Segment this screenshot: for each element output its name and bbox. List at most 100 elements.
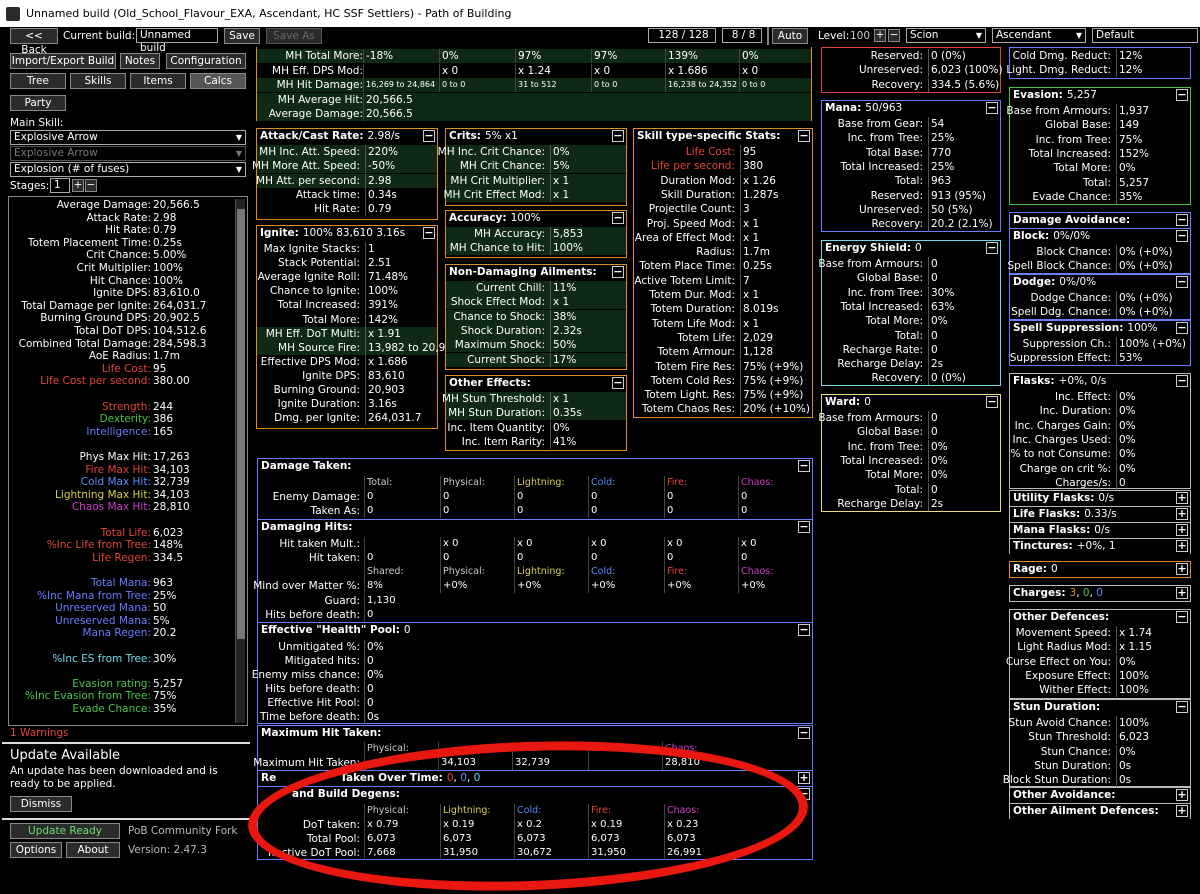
- other-avoidance-header[interactable]: Other Avoidance: +: [1010, 788, 1190, 803]
- ignite-section-header[interactable]: Ignite: 100% 83,610 3.16s −: [257, 226, 437, 241]
- energy-shield-section-header[interactable]: Energy Shield: 0 −: [822, 241, 1000, 256]
- crits-section-collapse-toggle[interactable]: −: [612, 130, 624, 142]
- config-select[interactable]: Default: [1092, 28, 1198, 43]
- damage-avoidance-section-collapse-toggle[interactable]: −: [1176, 214, 1188, 226]
- back-button[interactable]: << Back: [10, 28, 58, 56]
- rage-section-header[interactable]: Rage: 0 +: [1010, 562, 1190, 577]
- options-button[interactable]: Options: [10, 842, 62, 858]
- utility-flasks-section-collapse-toggle[interactable]: +: [1176, 492, 1188, 504]
- dodge-section-header[interactable]: Dodge: 0%/0% −: [1010, 275, 1190, 290]
- tab-tree[interactable]: Tree: [10, 73, 66, 89]
- mana-flasks-section-header[interactable]: Mana Flasks: 0/s +: [1010, 523, 1190, 538]
- update-ready-button[interactable]: Update Ready: [10, 823, 120, 839]
- damaging-hits-section-collapse-toggle[interactable]: −: [798, 521, 810, 533]
- sub-skill-select[interactable]: Explosive Arrow ▼: [10, 146, 246, 161]
- about-button[interactable]: About: [66, 842, 120, 858]
- save-button[interactable]: Save: [224, 28, 260, 44]
- other-ailment-defences-header[interactable]: Other Ailment Defences: +: [1010, 804, 1190, 819]
- stats-sidebar[interactable]: Average Damage: 20,566.5 Attack Rate: 2.98 H…: [8, 196, 248, 726]
- block-section-header[interactable]: Block: 0%/0% −: [1010, 229, 1190, 244]
- flasks-section-header[interactable]: Flasks: +0%, 0/s −: [1010, 374, 1190, 389]
- maximum-hit-taken-section-header[interactable]: Maximum Hit Taken: −: [258, 726, 812, 741]
- damage-taken-section-collapse-toggle[interactable]: −: [798, 460, 810, 472]
- mana-section-header[interactable]: Mana: 50/963 −: [822, 101, 1000, 116]
- stats-scrollbar[interactable]: [235, 199, 245, 723]
- block-section-collapse-toggle[interactable]: −: [1176, 230, 1188, 242]
- mana-flasks-section-collapse-toggle[interactable]: +: [1176, 524, 1188, 536]
- level-increase-button[interactable]: +: [874, 29, 886, 42]
- accuracy-section-collapse-toggle[interactable]: −: [612, 212, 624, 224]
- utility-flasks-section-header[interactable]: Utility Flasks: 0/s +: [1010, 491, 1190, 506]
- non-damaging-ailments-section-header[interactable]: Non-Damaging Ailments: −: [446, 265, 626, 280]
- stages-decrease-button[interactable]: −: [85, 179, 97, 192]
- notes-button[interactable]: Notes: [120, 53, 160, 69]
- effective-health-pool-section-header[interactable]: Effective "Health" Pool: 0 −: [258, 623, 812, 638]
- build-name-field[interactable]: Unnamed build: [136, 28, 218, 54]
- dismiss-button[interactable]: Dismiss: [10, 796, 72, 812]
- other-defences-section-collapse-toggle[interactable]: −: [1176, 611, 1188, 623]
- charges-section-header[interactable]: Charges: +3, 0, 0: [1010, 586, 1190, 601]
- stages-input[interactable]: 1: [50, 178, 70, 193]
- attack-rate-section-header[interactable]: Attack/Cast Rate: 2.98/s −: [257, 129, 437, 144]
- stun-duration-section-collapse-toggle[interactable]: −: [1176, 701, 1188, 713]
- evasion-section-header[interactable]: Evasion: 5,257 −: [1010, 88, 1190, 103]
- spell-suppression-section-header[interactable]: Spell Suppression: 100% −: [1010, 321, 1190, 336]
- other-effects-section-header[interactable]: Other Effects: −: [446, 376, 626, 391]
- ignite-section-collapse-toggle[interactable]: −: [423, 227, 435, 239]
- damage-taken-section-header[interactable]: Damage Taken: −: [258, 459, 812, 474]
- configuration-button[interactable]: Configuration: [166, 53, 246, 69]
- life-flasks-section-header[interactable]: Life Flasks: 0.33/s +: [1010, 507, 1190, 522]
- rage-section-header-value: 0: [1051, 563, 1058, 575]
- ward-section-header[interactable]: Ward: 0 −: [822, 395, 1000, 410]
- dodge-section-collapse-toggle[interactable]: −: [1176, 276, 1188, 288]
- class-select[interactable]: Scion ▼: [906, 28, 986, 43]
- skill-type-stats-section-header[interactable]: Skill type-specific Stats: −: [634, 129, 812, 144]
- stat-row: Curse Effect on You: 0%: [1006, 654, 1190, 669]
- skill-part-select[interactable]: Explosion (# of fuses) ▼: [10, 162, 246, 177]
- other-effects-section-collapse-toggle[interactable]: −: [612, 377, 624, 389]
- expand-toggle[interactable]: +: [798, 772, 810, 784]
- flasks-section-collapse-toggle[interactable]: −: [1176, 375, 1188, 387]
- crits-section-header[interactable]: Crits: 5% x1 −: [446, 129, 626, 144]
- tab-calcs[interactable]: Calcs: [190, 73, 246, 89]
- expand-toggle[interactable]: +: [1176, 789, 1188, 801]
- level-decrease-button[interactable]: −: [888, 29, 900, 42]
- damaging-hits-section-header[interactable]: Damaging Hits: −: [258, 520, 812, 535]
- ward-section-collapse-toggle[interactable]: −: [986, 396, 998, 408]
- stun-duration-section-header[interactable]: Stun Duration: −: [1010, 700, 1190, 715]
- maximum-hit-taken-section-collapse-toggle[interactable]: −: [798, 727, 810, 739]
- attack-rate-section-collapse-toggle[interactable]: −: [423, 130, 435, 142]
- tab-skills[interactable]: Skills: [70, 73, 126, 89]
- main-skill-select[interactable]: Explosive Arrow ▼: [10, 130, 246, 145]
- save-as-button[interactable]: Save As: [266, 28, 322, 44]
- other-defences-section-header[interactable]: Other Defences: −: [1010, 610, 1190, 625]
- non-damaging-ailments-section-collapse-toggle[interactable]: −: [612, 266, 624, 278]
- auto-level-button[interactable]: Auto: [772, 28, 808, 44]
- spell-suppression-section-collapse-toggle[interactable]: −: [1176, 322, 1188, 334]
- level-value[interactable]: 100: [850, 29, 870, 43]
- tab-items[interactable]: Items: [130, 73, 186, 89]
- taken-over-time-header[interactable]: Re Taken Over Time: 0, 0, 0 +: [258, 771, 812, 786]
- charges-section-collapse-toggle[interactable]: +: [1176, 587, 1188, 599]
- collapse-toggle[interactable]: −: [798, 788, 810, 800]
- rage-section-collapse-toggle[interactable]: +: [1176, 563, 1188, 575]
- effective-health-pool-section-collapse-toggle[interactable]: −: [798, 624, 810, 636]
- stat-value: 20.2 (2.1%): [928, 217, 993, 232]
- import-export-button[interactable]: Import/Export Build: [10, 53, 116, 69]
- energy-shield-section-collapse-toggle[interactable]: −: [986, 242, 998, 254]
- ascendancy-select[interactable]: Ascendant ▼: [992, 28, 1086, 43]
- evasion-section-collapse-toggle[interactable]: −: [1176, 89, 1188, 101]
- stages-increase-button[interactable]: +: [72, 179, 84, 192]
- mana-section-collapse-toggle[interactable]: −: [986, 102, 998, 114]
- tinctures-section-header[interactable]: Tinctures: +0%, 1 +: [1010, 539, 1190, 554]
- damage-avoidance-section-header[interactable]: Damage Avoidance: −: [1010, 213, 1190, 228]
- accuracy-section-header[interactable]: Accuracy: 100% −: [446, 211, 626, 226]
- tinctures-section-collapse-toggle[interactable]: +: [1176, 540, 1188, 552]
- party-button[interactable]: Party: [10, 95, 66, 111]
- crits-section-header-value: 5% x1: [484, 130, 518, 142]
- build-degens-header[interactable]: and Build Degens: −: [258, 787, 812, 802]
- expand-toggle[interactable]: +: [1176, 805, 1188, 817]
- skill-type-stats-section-collapse-toggle[interactable]: −: [798, 130, 810, 142]
- life-flasks-section-collapse-toggle[interactable]: +: [1176, 508, 1188, 520]
- scroll-thumb[interactable]: [237, 209, 245, 639]
